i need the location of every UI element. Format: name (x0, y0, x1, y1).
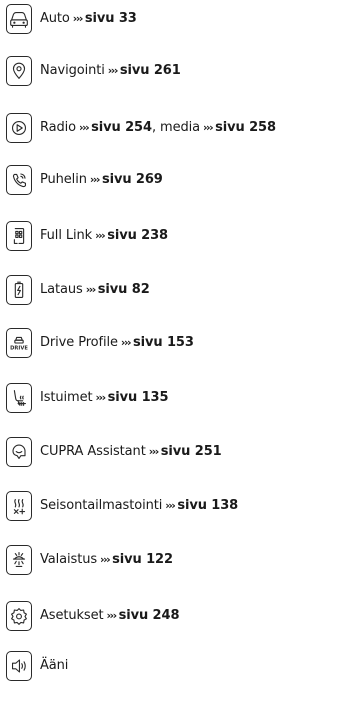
page-reference: sivu 269 (101, 172, 163, 187)
item-label: Valaistus ››› sivu 122 (40, 552, 173, 567)
drive-profile-icon: DRIVE (6, 328, 32, 358)
item-label: Full Link ››› sivu 238 (40, 228, 168, 243)
arrows-icon: ››› (106, 609, 118, 622)
page-reference: sivu 261 (119, 63, 181, 78)
lighting-icon (6, 545, 32, 575)
arrows-icon: ››› (79, 121, 90, 134)
arrows-icon: ››› (165, 499, 176, 512)
item-extra: media (160, 120, 201, 135)
ref-separator: , (151, 120, 161, 135)
climate-control-icon-graphic (13, 498, 26, 515)
arrows-icon: ››› (85, 283, 97, 296)
phone-link-icon-graphic (13, 228, 25, 244)
page-reference: sivu 138 (177, 498, 239, 513)
item-label: Puhelin ››› sivu 269 (40, 172, 163, 187)
item-label: Istuimet ››› sivu 135 (40, 390, 169, 405)
phone-icon (6, 165, 32, 195)
arrows-icon: ››› (107, 64, 119, 77)
page-reference: sivu 248 (118, 608, 180, 623)
speaker-icon-graphic (11, 659, 26, 673)
item-title: Full Link (40, 228, 93, 243)
item-title: Puhelin (40, 172, 87, 187)
drive-profile-icon-graphic: DRIVE (10, 336, 28, 351)
arrows-icon: ››› (95, 391, 107, 404)
seat-heating-icon-graphic (13, 390, 27, 406)
svg-text:DRIVE: DRIVE (10, 345, 28, 351)
page-reference: sivu 153 (133, 335, 194, 350)
item-title: Asetukset (40, 608, 104, 623)
settings-gear-icon-graphic (11, 608, 27, 625)
arrows-icon: ››› (89, 173, 101, 186)
arrows-icon: ››› (72, 12, 84, 25)
item-title: Lataus (40, 282, 83, 297)
item-title: Istuimet (40, 390, 93, 405)
page-reference: sivu 33 (84, 11, 137, 26)
car-icon (6, 4, 32, 34)
item-label: Drive Profile ››› sivu 153 (40, 335, 194, 350)
assistant-icon-graphic (12, 444, 26, 460)
item-label: Navigointi ››› sivu 261 (40, 63, 181, 78)
page-reference: sivu 251 (160, 444, 222, 459)
item-label: CUPRA Assistant ››› sivu 251 (40, 444, 222, 459)
location-pin-icon-graphic (12, 62, 26, 79)
car-icon-graphic (10, 11, 28, 28)
item-title: Valaistus (40, 552, 98, 567)
phone-link-icon (6, 221, 32, 251)
item-label: Radio ››› sivu 254, media ››› sivu 258 (40, 120, 276, 135)
item-label: Lataus ››› sivu 82 (40, 282, 150, 297)
item-label: Asetukset ››› sivu 248 (40, 608, 180, 623)
item-title: Seisontailmastointi (40, 498, 163, 513)
item-title: Ääni (40, 658, 69, 673)
page-reference: sivu 135 (107, 390, 169, 405)
arrows-icon: ››› (95, 229, 106, 242)
item-label: Seisontailmastointi ››› sivu 138 (40, 498, 238, 513)
item-title: Radio (40, 120, 77, 135)
item-label: Auto ››› sivu 33 (40, 11, 137, 26)
battery-charge-icon (6, 275, 32, 305)
page-reference: sivu 258 (215, 120, 276, 135)
arrows-icon: ››› (100, 553, 111, 566)
seat-heating-icon (6, 383, 32, 413)
page-reference: sivu 254 (91, 120, 152, 135)
item-label: Ääni (40, 658, 68, 673)
reference-list: Auto ››› sivu 33 Navigointi ››› sivu 261 Radio… (0, 0, 360, 711)
page-reference: sivu 238 (107, 228, 168, 243)
location-pin-icon (6, 56, 32, 86)
play-icon (6, 113, 32, 143)
settings-gear-icon (6, 601, 32, 631)
page-reference: sivu 122 (112, 552, 173, 567)
phone-icon-graphic (12, 173, 27, 188)
arrows-icon: ››› (120, 336, 132, 349)
speaker-icon (6, 651, 32, 681)
item-title: Navigointi (40, 63, 105, 78)
arrows-icon: ››› (148, 445, 160, 458)
item-title: Auto (40, 11, 70, 26)
page-reference: sivu 82 (97, 282, 150, 297)
assistant-icon (6, 437, 32, 467)
play-icon-graphic (11, 120, 27, 136)
climate-control-icon (6, 491, 32, 521)
item-title: Drive Profile (40, 335, 118, 350)
lighting-icon-graphic (12, 552, 26, 568)
item-title: CUPRA Assistant (40, 444, 146, 459)
arrows-icon: ››› (203, 121, 214, 134)
battery-charge-icon-graphic (14, 281, 24, 298)
